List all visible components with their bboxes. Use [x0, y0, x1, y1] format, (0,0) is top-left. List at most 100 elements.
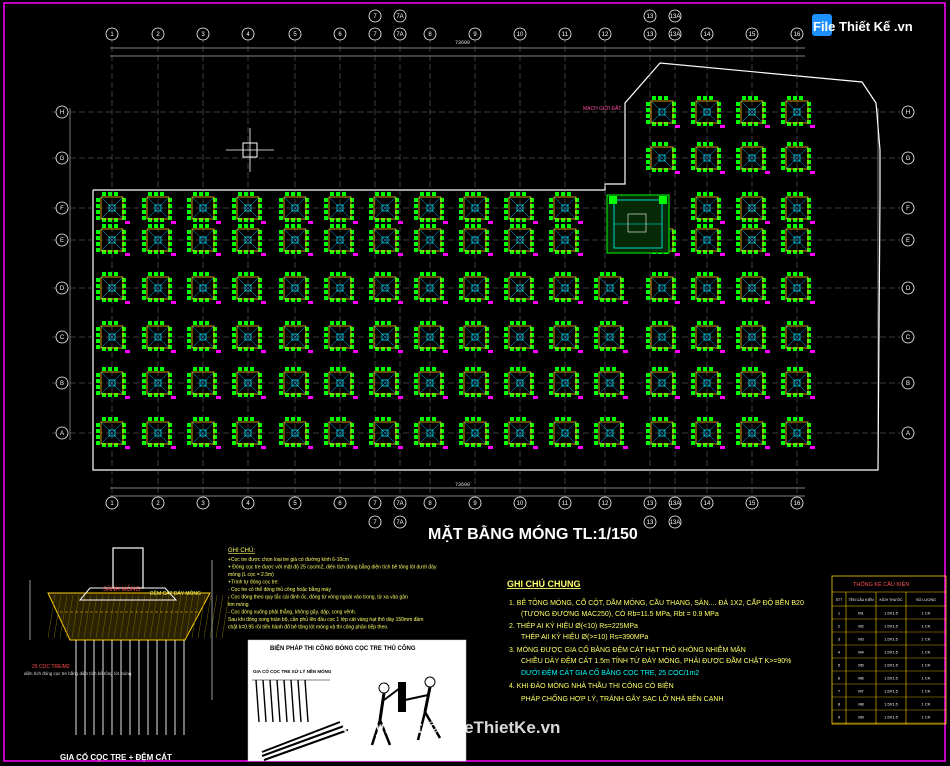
schedule-header-cell: STT	[836, 598, 844, 602]
axis-number-label: 7A	[396, 14, 403, 20]
axis-number-label: 13	[647, 501, 654, 507]
schedule-cell: 1 CK	[922, 663, 931, 668]
axis-bubble-number-outer: 7A	[393, 9, 407, 23]
axis-bubble-number: 7	[368, 496, 382, 510]
schedule-header-cell: KÍCH THƯỚC	[879, 597, 902, 602]
schedule-cell: 1.5X1.5	[884, 624, 899, 629]
axis-number-label: 7A	[396, 501, 403, 507]
axis-bubble-number: 10	[513, 27, 527, 41]
schedule-cell: 1 CK	[922, 624, 931, 629]
schedule-cell: 1 CK	[922, 637, 931, 642]
small-note-line: - Cọc đóng xuống phải thẳng, không gãy, …	[228, 609, 356, 616]
axis-bubble-number: 1	[105, 496, 119, 510]
axis-letter-label: E	[906, 238, 910, 244]
axis-letter-label: C	[906, 335, 911, 341]
axis-number-label: 10	[517, 501, 524, 507]
axis-number-label: 13	[647, 520, 654, 526]
axis-bubble-number: 13A	[668, 27, 682, 41]
axis-bubble-letter: E	[55, 233, 69, 247]
schedule-cell: 1.5X1.5	[884, 663, 899, 668]
axis-bubble-letter: C	[55, 330, 69, 344]
schedule-cell: 1.5X1.5	[884, 676, 899, 681]
axis-letter-label: B	[906, 381, 910, 387]
axis-bubble-number: 5	[288, 496, 302, 510]
axis-number-label: 7A	[396, 32, 403, 38]
schedule-cell: M4	[858, 650, 864, 655]
logo-text: File Thiết Kế .vn	[813, 19, 913, 34]
axis-bubble-letter: A	[901, 426, 915, 440]
axis-bubble-number: 7	[368, 27, 382, 41]
axis-bubble-letter: H	[55, 105, 69, 119]
small-note-line: tim móng	[228, 602, 249, 608]
axis-bubble-number: 7A	[393, 27, 407, 41]
axis-bubble-number: 15	[745, 27, 759, 41]
small-notes-heading: GHI CHÚ:	[228, 547, 255, 554]
axis-bubble-number: 9	[468, 496, 482, 510]
general-note-line: THÉP AII KÝ HIỆU Ø(>=10) Rs=390MPa	[521, 632, 648, 641]
schedule-cell: 1.5X1.5	[884, 689, 899, 694]
schedule-header-cell: TÊN CẤU KIỆN	[848, 597, 874, 602]
axis-number-label: 13	[647, 14, 654, 20]
schedule-cell: 1.5X1.5	[884, 650, 899, 655]
schedule-cell: 1.5X1.5	[884, 702, 899, 707]
axis-bubble-number: 1	[105, 27, 119, 41]
method-subtitle: GIA CỐ CỌC TRE XỬ LÝ NỀN MÓNG	[253, 667, 332, 674]
small-note-line: - Cọc đóng theo quy tắc cái đinh ốc, đón…	[228, 594, 408, 601]
axis-bubble-number: 16	[790, 27, 804, 41]
axis-bubble-letter: B	[901, 376, 915, 390]
axis-bubble-number: 13	[643, 496, 657, 510]
schedule-cell: 1 CK	[922, 702, 931, 707]
axis-letter-label: D	[60, 286, 65, 292]
cad-drawing-canvas: File Thiết Kế .vn 73600 73600 1122334455…	[0, 0, 950, 766]
axis-bubble-letter: B	[55, 376, 69, 390]
general-notes-heading: GHI CHÚ CHUNG	[507, 578, 581, 589]
schedule-cell: M3	[858, 637, 864, 642]
small-note-line: +Cọc tre được chọn loại tre già có đường…	[228, 557, 349, 563]
axis-number-label: 7A	[396, 520, 403, 526]
axis-bubble-letter: F	[55, 201, 69, 215]
axis-bubble-number-outer: 13	[643, 9, 657, 23]
axis-bubble-number: 9	[468, 27, 482, 41]
axis-number-label: 13A	[670, 501, 681, 507]
axis-bubble-number: 14	[700, 27, 714, 41]
axis-letter-label: G	[906, 156, 911, 162]
axis-letter-label: C	[60, 335, 65, 341]
schedule-cell: 1.5X1.5	[884, 715, 899, 720]
axis-bubble-number: 14	[700, 496, 714, 510]
schedule-cell: 1.5X1.5	[884, 637, 899, 642]
axis-letter-label: E	[60, 238, 64, 244]
general-note-line: 2. THÉP AI KÝ HIỆU Ø(<10) Rs=225MPa	[509, 621, 638, 630]
schedule-cell: M8	[858, 702, 864, 707]
small-note-line: Sau khi đóng xong toàn bộ, cần phủ lên đ…	[228, 616, 423, 623]
section-caption: GIA CỐ CỌC TRE + ĐỆM CÁT	[60, 752, 172, 762]
axis-number-label: 15	[749, 32, 756, 38]
axis-bubble-number: 5	[288, 27, 302, 41]
small-note-line: + Đóng cọc tre được với mật độ 25 cọc/m2…	[228, 564, 437, 571]
axis-bubble-number-outer: 7	[368, 9, 382, 23]
overall-dimension-bottom: 73600	[455, 482, 470, 488]
section-label-footing: SÀNH MÓNG	[103, 586, 140, 593]
upper-block-tag: MẠCH GIỚI ĐẤT	[583, 105, 621, 112]
axis-bubble-number-outer: 7A	[393, 515, 407, 529]
axis-bubble-number: 11	[558, 27, 572, 41]
axis-bubble-number: 6	[333, 27, 347, 41]
copyright-watermark: Copyright © FileThietKe.vn	[342, 718, 560, 737]
schedule-cell: M6	[858, 676, 864, 681]
schedule-cell: 1 CK	[922, 689, 931, 694]
axis-bubble-number: 7A	[393, 496, 407, 510]
plan-title: MẶT BẰNG MÓNG TL:1/150	[428, 524, 638, 543]
axis-bubble-letter: D	[901, 281, 915, 295]
axis-bubble-letter: D	[55, 281, 69, 295]
axis-bubble-number-outer: 13	[643, 515, 657, 529]
axis-letter-label: D	[906, 286, 911, 292]
axis-number-label: 14	[704, 32, 711, 38]
axis-bubble-number: 4	[241, 496, 255, 510]
axis-bubble-number: 13A	[668, 496, 682, 510]
schedule-header-cell: SỐ LƯỢNG	[916, 597, 936, 602]
axis-bubble-number-outer: 13A	[668, 515, 682, 529]
axis-bubble-number: 4	[241, 27, 255, 41]
axis-bubble-number: 16	[790, 496, 804, 510]
axis-bubble-number: 12	[598, 496, 612, 510]
general-note-line: (TƯƠNG ĐƯƠNG MAC250), CÓ Rb=11.5 MPa, Rb…	[521, 609, 719, 618]
schedule-cell: M2	[858, 624, 864, 629]
